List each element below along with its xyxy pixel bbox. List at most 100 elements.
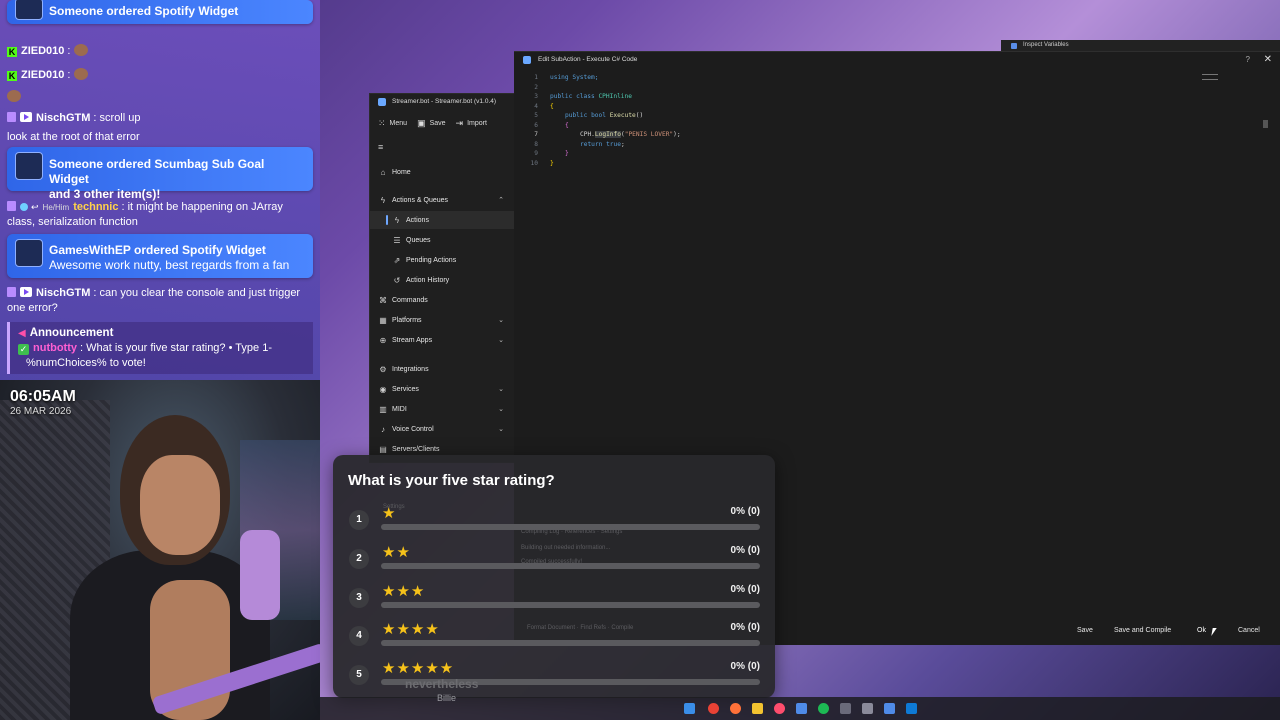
nav-item-services[interactable]: ◉ Services ⌄ (370, 380, 516, 398)
twitch-badge-icon (7, 201, 16, 211)
code-object: CPH. (580, 131, 595, 138)
code-line[interactable]: 1 using System; (514, 73, 598, 83)
kick-badge-icon: K (7, 71, 17, 81)
nav-item-actions-queues[interactable]: ϟ Actions & Queues ⌃ (370, 191, 516, 209)
streamerbot-icon[interactable] (796, 703, 807, 714)
code-keyword: public class (550, 93, 599, 100)
nav-label: Actions (406, 216, 429, 224)
chat-text: can you clear the console and just trigg… (99, 287, 301, 299)
menu-button[interactable]: ⁙ Menu (378, 118, 407, 129)
nav-label: Integrations (392, 365, 429, 373)
app-icon[interactable] (862, 703, 873, 714)
commands-icon: ⌘ (379, 295, 387, 305)
nav-label: Commands (392, 296, 428, 304)
code-line[interactable]: 5 public bool Execute() (514, 111, 643, 121)
code-line[interactable]: 7 CPH.LogInfo("PENIS LOVER"); (514, 130, 681, 140)
save-button[interactable]: ▣ Save (417, 118, 445, 129)
poll-question: What is your five star rating? (348, 472, 555, 489)
code-line[interactable]: 2 (514, 83, 550, 93)
nav-item-action-history[interactable]: ↺ Action History (370, 271, 516, 289)
import-button[interactable]: ⇥ Import (456, 118, 487, 129)
announcement-title: Announcement (29, 327, 114, 339)
save-button[interactable]: Save (1077, 623, 1093, 637)
megaphone-icon: ◀ (18, 328, 26, 339)
close-icon[interactable]: ✕ (1264, 54, 1272, 65)
chevron-down-icon: ⌄ (498, 317, 504, 324)
chevron-up-icon: ⌃ (498, 197, 504, 204)
vscode-icon[interactable] (906, 703, 917, 714)
scrollbar-thumb[interactable] (1263, 120, 1268, 128)
app-icon[interactable] (840, 703, 851, 714)
spotify-icon[interactable] (818, 703, 829, 714)
chat-overlay: Someone ordered Spotify Widget K ZIED010:… (0, 0, 320, 380)
code-line[interactable]: 4{ (514, 102, 553, 112)
nav-item-voice-control[interactable]: ♪ Voice Control ⌄ (370, 420, 516, 438)
twitch-badge-icon (7, 112, 16, 122)
check-badge-icon: ✓ (18, 344, 29, 355)
chat-username: NischGTM (36, 112, 91, 124)
code-brace: } (550, 159, 554, 167)
nav-label: Servers/Clients (392, 445, 440, 453)
nav-label: Home (392, 168, 411, 176)
help-icon[interactable]: ? (1246, 55, 1250, 64)
poll-overlay: Settings Compiling Log · References · Se… (333, 455, 775, 698)
code-punct: ); (673, 131, 681, 138)
chat-message-cont: class, serialization function (7, 215, 138, 230)
history-icon: ↺ (393, 275, 401, 285)
toolbar: ⁙ Menu ▣ Save ⇥ Import (370, 110, 514, 136)
nav-item-midi[interactable]: ▥ MIDI ⌄ (370, 400, 516, 418)
nav-item-queues[interactable]: ☰ Queues (370, 231, 516, 249)
save-and-compile-button[interactable]: Save and Compile (1114, 623, 1171, 637)
pronoun-tag: He/Him (42, 203, 70, 212)
code-line[interactable]: 3 public class CPHInline (514, 92, 632, 102)
chevron-down-icon: ⌄ (498, 406, 504, 413)
apps-icon: ⊕ (379, 335, 387, 345)
poll-progress-bar (381, 563, 760, 569)
chevron-down-icon: ⌄ (498, 426, 504, 433)
code-string: "PENIS LOVER" (624, 131, 674, 138)
microphone-icon: ♪ (381, 424, 385, 434)
hamburger-icon[interactable]: ≡ (378, 142, 383, 152)
chat-message: K ZIED010: (7, 68, 89, 83)
ok-button[interactable]: Ok (1197, 623, 1206, 637)
star-icon: ★★★★ (382, 621, 440, 638)
code-line[interactable]: 8 return true; (514, 140, 624, 150)
poll-option-percent: 0% (0) (730, 622, 760, 633)
lyrics-caption: nevertheless (405, 677, 479, 691)
menu-label: Menu (389, 119, 408, 127)
announcement: ◀ Announcement ✓ nutbotty : What is your f… (7, 322, 313, 374)
chrome-icon[interactable] (708, 703, 719, 714)
cancel-button[interactable]: Cancel (1238, 623, 1260, 637)
nav-item-platforms[interactable]: ▦ Platforms ⌄ (370, 311, 516, 329)
poll-option: 2 ★★ 0% (0) (333, 540, 775, 578)
code-line[interactable]: 6{ (514, 121, 568, 131)
chat-message-cont: one error? (7, 301, 58, 316)
windows-start-icon[interactable] (684, 703, 695, 714)
nav-item-pending-actions[interactable]: ⇗ Pending Actions (370, 251, 516, 269)
code-brace: } (565, 150, 569, 157)
star-icon: ★★ (382, 544, 411, 561)
chat-text: look at the root of that error (7, 131, 140, 143)
firefox-icon[interactable] (730, 703, 741, 714)
file-explorer-icon[interactable] (752, 703, 763, 714)
app-icon[interactable] (774, 703, 785, 714)
chat-text: it might be happening on JArray (127, 201, 283, 213)
chat-message: NischGTM: can you clear the console and … (7, 286, 300, 301)
nav-item-stream-apps[interactable]: ⊕ Stream Apps ⌄ (370, 331, 516, 349)
clock-time: 06:05AM (10, 388, 76, 405)
nav-item-home[interactable]: ⌂ Home (370, 163, 516, 181)
code-line[interactable]: 9} (514, 149, 569, 159)
streamerbot-icon[interactable] (884, 703, 895, 714)
nav-item-commands[interactable]: ⌘ Commands (370, 291, 516, 309)
nav-item-actions[interactable]: ϟ Actions (370, 211, 516, 229)
emote-icon (74, 68, 89, 80)
minimap[interactable] (1202, 74, 1218, 80)
poll-option-percent: 0% (0) (730, 506, 760, 517)
nav-label: Platforms (392, 316, 422, 324)
lyrics-artist: Billie (437, 693, 457, 703)
nav-item-integrations[interactable]: ⚙ Integrations (370, 360, 516, 378)
code-line[interactable]: 10} (514, 159, 554, 169)
chat-message: NischGTM: scroll up (7, 111, 141, 126)
import-label: Import (467, 119, 487, 127)
chat-emote-line (7, 90, 21, 105)
